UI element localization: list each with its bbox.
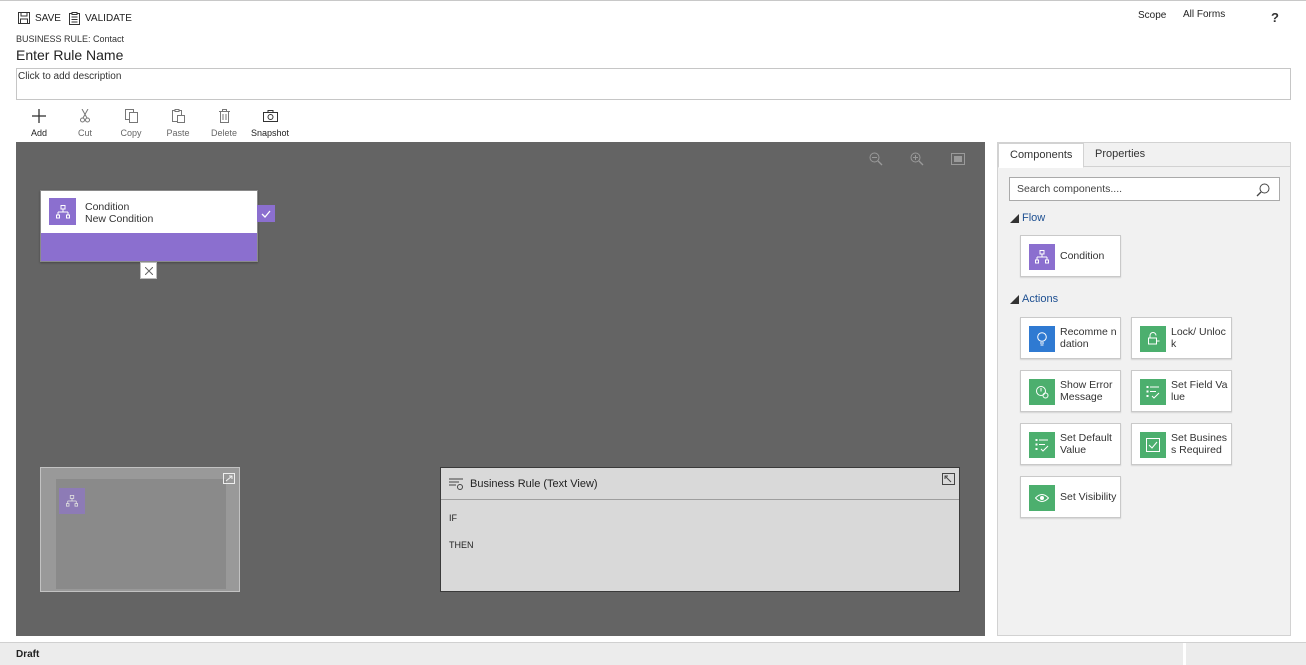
trash-icon [216, 108, 232, 124]
zoom-out-icon[interactable] [868, 151, 884, 167]
help-button[interactable]: ? [1271, 10, 1279, 25]
validate-button[interactable]: VALIDATE [67, 11, 132, 25]
component-condition[interactable]: Condition [1020, 235, 1121, 277]
component-label: Recomme ndation [1060, 326, 1117, 350]
paste-icon [170, 108, 186, 124]
status-text: Draft [16, 649, 40, 660]
clipboard-check-icon [67, 11, 81, 25]
copy-button[interactable]: Copy [108, 108, 154, 138]
error-message-icon [1029, 379, 1055, 405]
add-button[interactable]: Add [16, 108, 62, 138]
search-components-input[interactable]: Search components.... [1009, 177, 1280, 201]
description-field[interactable]: Click to add description [16, 68, 1291, 100]
condition-node[interactable]: Condition New Condition [40, 190, 258, 262]
node-name-label: New Condition [85, 213, 154, 225]
condition-icon [49, 198, 76, 225]
business-rule-designer: SAVE VALIDATE Scope All Forms ? BUSINESS… [0, 0, 1306, 665]
component-set-business-required[interactable]: Set Business Required [1131, 423, 1232, 465]
paste-button[interactable]: Paste [155, 108, 201, 138]
save-button[interactable]: SAVE [17, 11, 61, 25]
fit-to-screen-icon[interactable] [950, 151, 966, 167]
component-label: Set Business Required [1171, 432, 1228, 456]
list-check-icon [1140, 379, 1166, 405]
camera-icon [262, 108, 278, 124]
tab-components[interactable]: Components [998, 143, 1085, 168]
component-set-field-value[interactable]: Set Field Value [1131, 370, 1232, 412]
text-view-icon [449, 478, 463, 490]
snapshot-label: Snapshot [250, 128, 290, 138]
minimap[interactable] [40, 467, 240, 592]
snapshot-button[interactable]: Snapshot [247, 108, 293, 138]
condition-icon [1029, 244, 1055, 270]
save-icon [17, 11, 31, 25]
add-label: Add [30, 128, 47, 138]
collapse-triangle-icon [1010, 294, 1019, 304]
component-lock-unlock[interactable]: Lock/ Unlock [1131, 317, 1232, 359]
zoom-in-icon[interactable] [909, 151, 925, 167]
text-view-then: THEN [449, 540, 474, 550]
minimap-condition-icon [59, 488, 85, 514]
panel-tabs: Components Properties [998, 143, 1290, 168]
component-label: Set Visibility [1060, 491, 1117, 503]
scope-dropdown[interactable]: All Forms [1183, 9, 1225, 20]
save-label: SAVE [35, 12, 61, 24]
component-set-default-value[interactable]: Set Default Value [1020, 423, 1121, 465]
scissors-icon [77, 108, 93, 124]
component-label: Lock/ Unlock [1171, 326, 1226, 350]
search-placeholder: Search components.... [1017, 183, 1123, 195]
component-label: Show Error Message [1060, 379, 1113, 403]
text-view-title: Business Rule (Text View) [470, 477, 598, 490]
search-icon[interactable] [1256, 183, 1270, 197]
actions-section-label: Actions [1022, 293, 1059, 305]
components-panel: Components Properties Search components.… [997, 142, 1291, 636]
component-label: Condition [1060, 250, 1105, 262]
false-branch-close-icon[interactable] [140, 262, 157, 279]
component-label: Set Default Value [1060, 432, 1112, 456]
cut-label: Cut [77, 128, 92, 138]
text-view-panel: Business Rule (Text View) IF THEN [440, 467, 960, 592]
node-type-label: Condition [85, 201, 130, 213]
scope-label: Scope [1138, 10, 1167, 21]
flow-section-header[interactable]: Flow [1010, 212, 1045, 224]
text-view-header: Business Rule (Text View) [441, 468, 959, 500]
text-view-if: IF [449, 513, 457, 523]
component-label: Set Field Value [1171, 379, 1228, 403]
rule-name-field[interactable]: Enter Rule Name [16, 47, 123, 63]
checkbox-icon [1140, 432, 1166, 458]
condition-node-bar [41, 233, 257, 261]
status-divider [1183, 643, 1186, 665]
cut-button[interactable]: Cut [62, 108, 108, 138]
delete-button[interactable]: Delete [201, 108, 247, 138]
actions-section-header[interactable]: Actions [1010, 293, 1058, 305]
copy-label: Copy [120, 128, 142, 138]
lock-icon [1140, 326, 1166, 352]
component-show-error-message[interactable]: Show Error Message [1020, 370, 1121, 412]
eye-icon [1029, 485, 1055, 511]
copy-icon [123, 108, 139, 124]
paste-label: Paste [166, 128, 190, 138]
plus-icon [31, 108, 47, 124]
delete-label: Delete [210, 128, 237, 138]
true-branch-check-icon[interactable] [257, 205, 275, 222]
status-bar: Draft [0, 642, 1306, 665]
design-canvas[interactable]: Condition New Condition Business Rule (T… [16, 142, 985, 636]
component-recommendation[interactable]: Recomme ndation [1020, 317, 1121, 359]
flow-section-label: Flow [1022, 212, 1046, 224]
text-view-collapse-icon[interactable] [942, 472, 955, 485]
validate-label: VALIDATE [85, 12, 132, 24]
tab-properties[interactable]: Properties [1084, 143, 1156, 167]
lightbulb-icon [1029, 326, 1055, 352]
collapse-triangle-icon [1010, 213, 1019, 223]
minimap-collapse-icon[interactable] [223, 471, 235, 484]
component-set-visibility[interactable]: Set Visibility [1020, 476, 1121, 518]
rule-entity-label: BUSINESS RULE: Contact [16, 34, 125, 44]
list-check-icon [1029, 432, 1055, 458]
